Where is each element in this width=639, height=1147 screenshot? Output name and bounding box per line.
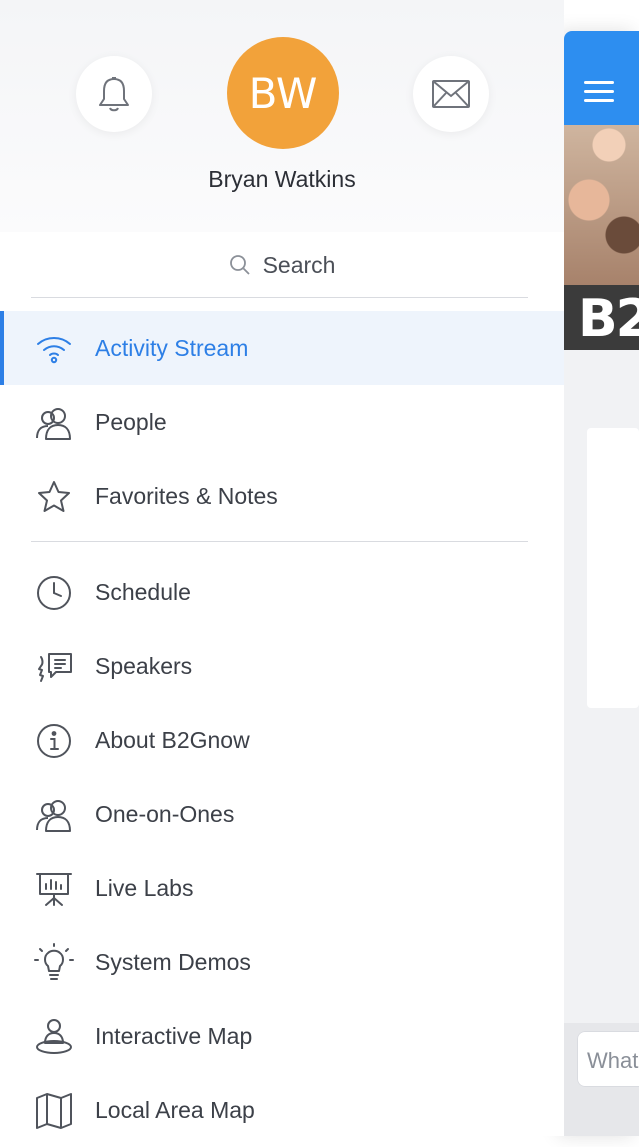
menu-item-favorites-notes[interactable]: Favorites & Notes [0, 459, 564, 533]
presentation-icon [34, 869, 74, 909]
menu-item-label: Local Area Map [95, 1097, 255, 1123]
search-button[interactable]: Search [0, 232, 564, 298]
people-icon [34, 795, 74, 835]
lightbulb-icon [34, 943, 74, 983]
menu-item-one-on-ones[interactable]: One-on-Ones [0, 777, 564, 851]
clock-icon [34, 573, 74, 613]
menu-item-about[interactable]: About B2Gnow [0, 703, 564, 777]
post-input-placeholder: What [587, 1048, 639, 1073]
hamburger-menu-icon[interactable] [584, 81, 614, 103]
mail-icon [432, 80, 470, 108]
avatar[interactable]: BW [227, 37, 339, 149]
menu-item-interactive-map[interactable]: Interactive Map [0, 999, 564, 1073]
menu-item-speakers[interactable]: Speakers [0, 629, 564, 703]
avatar-initials: BW [248, 68, 318, 118]
star-icon [34, 477, 74, 517]
map-pin-icon [34, 1017, 74, 1057]
post-input[interactable]: What [577, 1031, 639, 1087]
crowd-photo [564, 125, 639, 285]
menu-item-label: Speakers [95, 653, 193, 679]
primary-menu: Activity Stream People Favorites & Notes [0, 311, 564, 533]
menu-item-schedule[interactable]: Schedule [0, 555, 564, 629]
map-icon [34, 1091, 74, 1131]
menu-item-label: Live Labs [95, 875, 194, 901]
search-icon [229, 255, 250, 275]
secondary-menu: Schedule Speakers About B2Gnow One-on-On… [0, 555, 564, 1147]
user-name: Bryan Watkins [208, 166, 356, 192]
menu-item-label: Favorites & Notes [95, 483, 278, 509]
event-banner-image: B2 [564, 125, 639, 350]
menu-item-people[interactable]: People [0, 385, 564, 459]
menu-item-label: Activity Stream [95, 335, 249, 361]
divider [31, 541, 528, 542]
menu-item-label: About B2Gnow [95, 727, 250, 753]
search-label: Search [262, 251, 336, 278]
bell-icon [99, 77, 129, 112]
composer-bar: What [564, 1023, 639, 1136]
menu-item-system-demos[interactable]: System Demos [0, 925, 564, 999]
people-icon [34, 403, 74, 443]
app-top-bar [564, 31, 639, 125]
menu-item-label: One-on-Ones [95, 801, 235, 827]
wifi-icon [34, 329, 74, 369]
menu-item-activity-stream[interactable]: Activity Stream [0, 311, 564, 385]
banner-logo-text: B2 [578, 289, 639, 349]
divider [31, 297, 528, 298]
menu-item-live-labs[interactable]: Live Labs [0, 851, 564, 925]
background-app-panel[interactable]: B2 What [564, 31, 639, 1136]
profile-header: BW Bryan Watkins [0, 0, 564, 232]
info-icon [34, 721, 74, 761]
navigation-drawer: BW Bryan Watkins Search Activity Stream … [0, 0, 564, 1136]
menu-item-label: System Demos [95, 949, 251, 975]
menu-item-label: Schedule [95, 579, 191, 605]
feed-card [587, 428, 639, 708]
menu-item-label: People [95, 409, 167, 435]
notifications-button[interactable] [76, 56, 152, 132]
speaker-icon [34, 647, 74, 687]
messages-button[interactable] [413, 56, 489, 132]
menu-item-label: Interactive Map [95, 1023, 253, 1049]
